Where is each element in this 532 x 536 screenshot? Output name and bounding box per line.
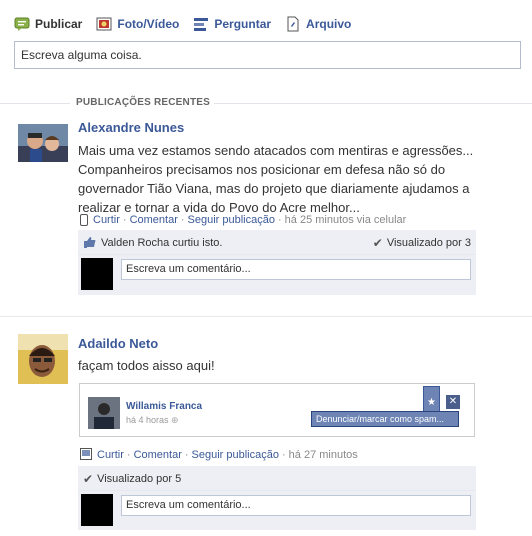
post-actions: Curtir · Comentar · Seguir publicação · … <box>80 213 406 227</box>
tab-foto-video[interactable]: Foto/Vídeo <box>96 16 179 32</box>
photo-icon <box>96 16 112 32</box>
post-type-icon <box>80 447 92 463</box>
tab-foto-video-label: Foto/Vídeo <box>117 17 180 31</box>
section-divider-right <box>212 103 532 104</box>
tab-publicar-label: Publicar <box>35 17 83 31</box>
post-message: façam todos aisso aqui! <box>78 356 518 375</box>
seen-row: ✔ Visualizado por 3 <box>78 233 476 253</box>
ufi-divider <box>78 490 476 491</box>
comment-link[interactable]: Comentar <box>134 449 182 461</box>
post-message-line: governador Tião Viana, mas do projeto qu… <box>78 181 470 196</box>
status-input[interactable]: Escreva alguma coisa. <box>14 41 521 69</box>
tab-perguntar[interactable]: Perguntar <box>193 16 271 32</box>
separator-dot: · <box>122 214 127 226</box>
ufi-divider <box>78 254 476 255</box>
globe-icon: ⊕ <box>171 415 179 425</box>
commenter-avatar <box>81 494 113 526</box>
seen-by-text[interactable]: Visualizado por 5 <box>97 473 181 485</box>
tab-arquivo[interactable]: Arquivo <box>285 16 351 32</box>
section-title: PUBLICAÇÕES RECENTES <box>76 97 215 108</box>
post-actions: Curtir · Comentar · Seguir publicação · … <box>80 447 358 463</box>
comment-input[interactable]: Escreva um comentário... <box>121 259 471 280</box>
section-divider-left <box>0 103 70 104</box>
shared-author-name[interactable]: Willamis Franca <box>126 401 202 412</box>
tab-arquivo-label: Arquivo <box>306 17 352 31</box>
comment-input[interactable]: Escreva um comentário... <box>121 495 471 516</box>
separator-dot: · <box>126 449 131 461</box>
author-name[interactable]: Adaildo Neto <box>78 336 158 351</box>
seen-row: ✔ Visualizado por 5 <box>78 469 476 489</box>
comments-panel: Valden Rocha curtiu isto. ✔ Visualizado … <box>78 230 476 295</box>
follow-post-link[interactable]: Seguir publicação <box>188 214 275 226</box>
post-message: Mais uma vez estamos sendo atacados com … <box>78 141 518 217</box>
story-divider <box>0 316 532 317</box>
separator-dot: · <box>277 214 282 226</box>
shared-post-preview[interactable]: Willamis Franca há 4 horas ⊕ ★ ✕ Denunci… <box>79 383 475 437</box>
star-icon: ★ <box>427 397 436 408</box>
follow-post-link[interactable]: Seguir publicação <box>192 449 279 461</box>
like-link[interactable]: Curtir <box>93 214 120 226</box>
status-icon <box>14 16 30 32</box>
separator-dot: · <box>180 214 185 226</box>
report-star-button[interactable]: ★ <box>423 386 440 412</box>
composer-tabs: Publicar Foto/Vídeo Perguntar Arquivo <box>14 14 365 34</box>
file-icon <box>285 16 301 32</box>
shared-timestamp: há 4 horas ⊕ <box>126 415 179 426</box>
like-link[interactable]: Curtir <box>97 449 124 461</box>
report-spam-menu-item[interactable]: Denunciar/marcar como spam... <box>311 411 459 427</box>
close-icon[interactable]: ✕ <box>446 395 460 409</box>
author-name[interactable]: Alexandre Nunes <box>78 120 184 135</box>
comment-link[interactable]: Comentar <box>130 214 178 226</box>
check-icon: ✔ <box>372 236 383 250</box>
comments-panel: ✔ Visualizado por 5 Escreva um comentári… <box>78 466 476 530</box>
author-avatar[interactable] <box>18 334 68 384</box>
mobile-icon <box>80 214 88 226</box>
separator-dot: · <box>281 449 286 461</box>
post-message-line: Companheiros precisamos nos posicionar e… <box>78 162 446 177</box>
separator-dot: · <box>184 449 189 461</box>
question-icon <box>193 16 209 32</box>
commenter-avatar <box>81 258 113 290</box>
post-message-line: Mais uma vez estamos sendo atacados com … <box>78 143 474 158</box>
shared-author-avatar <box>88 397 120 429</box>
author-avatar[interactable] <box>18 124 68 162</box>
check-icon: ✔ <box>83 472 94 486</box>
shared-time-text: há 4 horas <box>126 415 169 425</box>
tab-perguntar-label: Perguntar <box>214 17 272 31</box>
tab-publicar[interactable]: Publicar <box>14 16 82 32</box>
post-message-line: façam todos aisso aqui! <box>78 358 215 373</box>
seen-by-text[interactable]: Visualizado por 3 <box>387 237 471 249</box>
timestamp-link[interactable]: há 25 minutos via celular <box>285 214 407 226</box>
timestamp-link[interactable]: há 27 minutos <box>289 449 358 461</box>
